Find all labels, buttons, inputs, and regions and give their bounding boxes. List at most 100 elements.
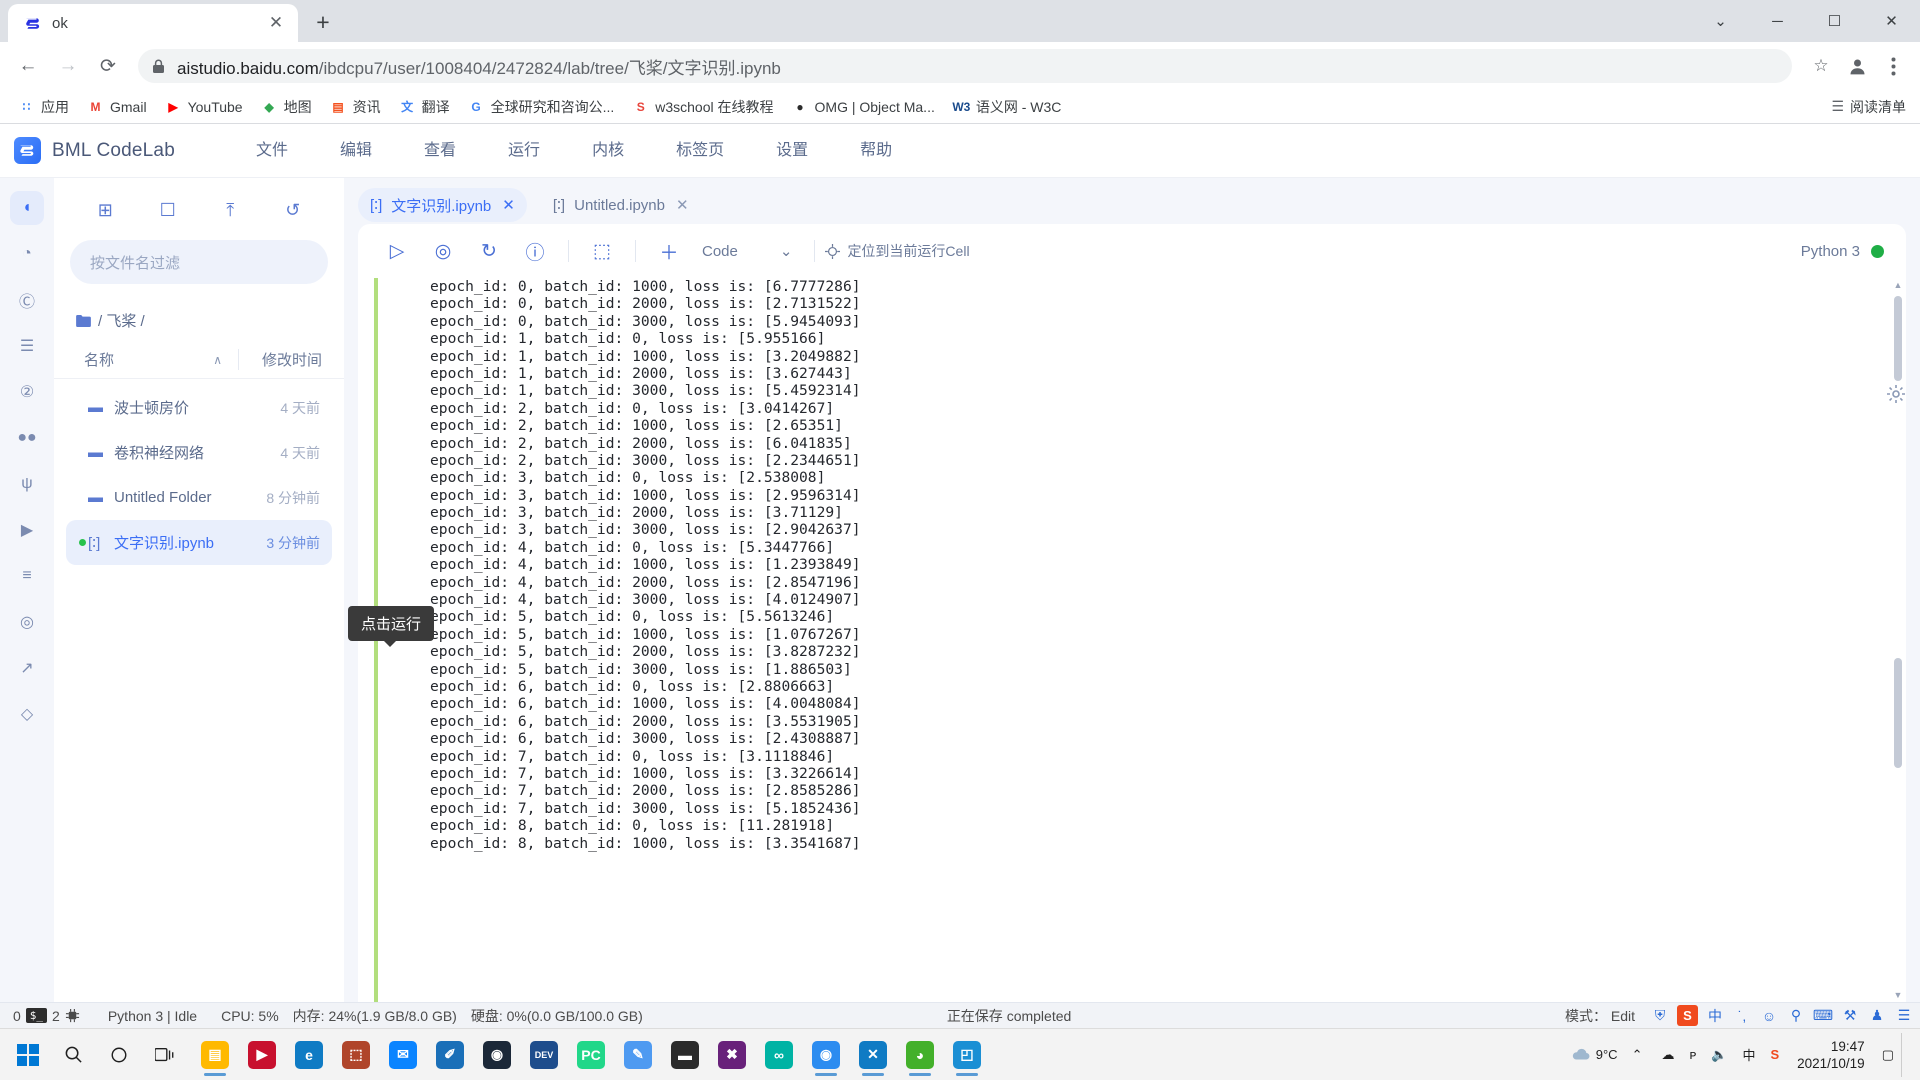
- taskbar-app-notes-app[interactable]: ▬: [662, 1032, 708, 1078]
- taskbar-clock[interactable]: 19:47 2021/10/19: [1791, 1038, 1875, 1072]
- cortana-icon[interactable]: [96, 1032, 142, 1078]
- taskbar-app-pycharm[interactable]: PC: [568, 1032, 614, 1078]
- bml-menu-item-6[interactable]: 设置: [750, 124, 834, 178]
- save-notebook-button[interactable]: ⬚: [579, 231, 625, 271]
- sogou-tray-icon[interactable]: S: [1765, 1047, 1784, 1062]
- scroll-down-arrow-icon[interactable]: ▼: [1892, 988, 1904, 1002]
- file-list-item[interactable]: ▬ 卷积神经网络 4 天前: [66, 430, 332, 475]
- taskbar-app-file-explorer[interactable]: ▤: [192, 1032, 238, 1078]
- taskbar-app-mail[interactable]: ✉: [380, 1032, 426, 1078]
- taskbar-app-draw-app[interactable]: ✎: [615, 1032, 661, 1078]
- bookmark-item[interactable]: G 全球研究和咨询公...: [460, 94, 623, 120]
- punctuation-icon[interactable]: ˙,: [1732, 1006, 1752, 1026]
- bookmark-item[interactable]: ▶ YouTube: [157, 95, 251, 118]
- taskbar-app-media-player[interactable]: ▶: [239, 1032, 285, 1078]
- start-button[interactable]: [6, 1033, 50, 1077]
- rail-properties-icon[interactable]: ☰: [10, 329, 44, 363]
- browser-tab[interactable]: ok ✕: [8, 4, 298, 42]
- chinese-mode-icon[interactable]: 中: [1705, 1006, 1725, 1026]
- taskbar-app-link-app[interactable]: ∞: [756, 1032, 802, 1078]
- upload-icon[interactable]: ⤒: [216, 196, 244, 224]
- bml-brand[interactable]: BML CodeLab: [14, 137, 230, 164]
- add-cell-button[interactable]: ＋: [646, 231, 692, 271]
- new-folder-icon[interactable]: ☐: [154, 196, 182, 224]
- notebook-tab-close-icon[interactable]: ✕: [676, 196, 689, 214]
- taskbar-app-photos[interactable]: ◰: [944, 1032, 990, 1078]
- maximize-button[interactable]: ☐: [1806, 0, 1863, 42]
- voice-input-icon[interactable]: ⚲: [1786, 1006, 1806, 1026]
- notebook-tab[interactable]: [∶] Untitled.ipynb ✕: [541, 188, 701, 222]
- minimize-button[interactable]: ─: [1749, 0, 1806, 42]
- more-apps-icon[interactable]: ☰: [1894, 1006, 1914, 1026]
- volume-icon[interactable]: 🔈: [1706, 1047, 1732, 1063]
- bookmark-item[interactable]: W3 语义网 - W3C: [945, 94, 1070, 120]
- rail-analytics-icon[interactable]: ↗: [10, 651, 44, 685]
- taskbar-app-steam[interactable]: ◉: [474, 1032, 520, 1078]
- rail-target-icon[interactable]: ◎: [10, 605, 44, 639]
- new-launcher-icon[interactable]: ⊞: [91, 196, 119, 224]
- file-list-item[interactable]: ▬ Untitled Folder 8 分钟前: [66, 475, 332, 520]
- rail-datasets-icon[interactable]: ②: [10, 375, 44, 409]
- run-cell-button[interactable]: ▷: [374, 231, 420, 271]
- scrollbar-thumb[interactable]: [1894, 658, 1902, 768]
- rail-commands-icon[interactable]: Ⓒ: [10, 283, 44, 317]
- refresh-icon[interactable]: ↺: [279, 196, 307, 224]
- taskbar-app-google-chrome[interactable]: ◉: [803, 1032, 849, 1078]
- ime-tray-icon[interactable]: 中: [1737, 1045, 1760, 1064]
- notebook-tab-close-icon[interactable]: ✕: [502, 196, 515, 214]
- rail-files-icon[interactable]: ◖: [10, 191, 44, 225]
- settings-gear-icon[interactable]: [1886, 384, 1906, 410]
- locate-running-cell-button[interactable]: 定位到当前运行Cell: [825, 241, 970, 261]
- soft-keyboard-icon[interactable]: ⌨: [1813, 1006, 1833, 1026]
- tab-close-icon[interactable]: ✕: [264, 11, 288, 35]
- bookmark-item[interactable]: ∷ 应用: [10, 94, 77, 120]
- bookmark-star-icon[interactable]: ☆: [1804, 49, 1838, 83]
- shield-icon[interactable]: ⛨: [1650, 1006, 1670, 1026]
- cell-type-select[interactable]: Code ⌄: [692, 242, 804, 261]
- bml-menu-item-5[interactable]: 标签页: [650, 124, 750, 178]
- skin-icon[interactable]: ♟: [1867, 1006, 1887, 1026]
- bookmark-item[interactable]: ● OMG | Object Ma...: [784, 95, 943, 118]
- file-list-item[interactable]: ▬ 波士顿房价 4 天前: [66, 385, 332, 430]
- rail-running-icon[interactable]: ◔: [10, 237, 44, 271]
- bookmark-item[interactable]: Sw3school 在线教程: [624, 94, 781, 120]
- chrome-menu-icon[interactable]: [1876, 49, 1910, 83]
- new-tab-button[interactable]: +: [306, 5, 340, 39]
- interrupt-kernel-button[interactable]: ⓘ: [512, 231, 558, 271]
- reading-list-button[interactable]: ☰ 阅读清单: [1831, 97, 1910, 117]
- bml-menu-item-0[interactable]: 文件: [230, 124, 314, 178]
- onedrive-icon[interactable]: ☁: [1656, 1047, 1679, 1063]
- toolbox-icon[interactable]: ⚒: [1840, 1006, 1860, 1026]
- bml-menu-item-1[interactable]: 编辑: [314, 124, 398, 178]
- sort-ascending-icon[interactable]: ∧: [213, 353, 222, 367]
- emoji-icon[interactable]: ☺: [1759, 1006, 1779, 1026]
- rail-git-icon[interactable]: ψ: [10, 467, 44, 501]
- rail-notes-icon[interactable]: ≡: [10, 559, 44, 593]
- column-modified[interactable]: 修改时间: [238, 349, 322, 370]
- sogou-logo-icon[interactable]: S: [1677, 1005, 1698, 1026]
- bml-menu-item-7[interactable]: 帮助: [834, 124, 918, 178]
- taskbar-app-editor[interactable]: ✐: [427, 1032, 473, 1078]
- notebook-tab[interactable]: [∶] 文字识别.ipynb ✕: [358, 188, 527, 222]
- address-bar[interactable]: aistudio.baidu.com/ibdcpu7/user/1008404/…: [138, 49, 1792, 83]
- bml-menu-item-3[interactable]: 运行: [482, 124, 566, 178]
- bml-menu-item-2[interactable]: 查看: [398, 124, 482, 178]
- terminals-status[interactable]: 0 $_ 2: [6, 1008, 87, 1024]
- rail-extensions-icon[interactable]: ●●: [10, 421, 44, 455]
- tab-search-chevron-icon[interactable]: ⌄: [1692, 0, 1749, 42]
- bookmark-item[interactable]: ◆ 地图: [253, 94, 320, 120]
- task-view-icon[interactable]: [142, 1032, 188, 1078]
- rail-player-icon[interactable]: ▶: [10, 513, 44, 547]
- taskbar-app-dev-tool[interactable]: DEV: [521, 1032, 567, 1078]
- file-filter-input[interactable]: 按文件名过滤: [70, 240, 328, 284]
- breadcrumb[interactable]: / 飞桨 /: [54, 284, 344, 341]
- rail-diamond-icon[interactable]: ◇: [10, 697, 44, 731]
- taskbar-app-microsoft-edge[interactable]: e: [286, 1032, 332, 1078]
- taskbar-app-visual-studio[interactable]: ✖: [709, 1032, 755, 1078]
- weather-widget[interactable]: 9°C: [1564, 1033, 1625, 1077]
- forward-button[interactable]: →: [50, 48, 86, 84]
- file-list-item[interactable]: [∶] 文字识别.ipynb 3 分钟前: [66, 520, 332, 565]
- restart-kernel-button[interactable]: ↻: [466, 231, 512, 271]
- bml-menu-item-4[interactable]: 内核: [566, 124, 650, 178]
- tray-expand-icon[interactable]: ⌃: [1625, 1033, 1650, 1077]
